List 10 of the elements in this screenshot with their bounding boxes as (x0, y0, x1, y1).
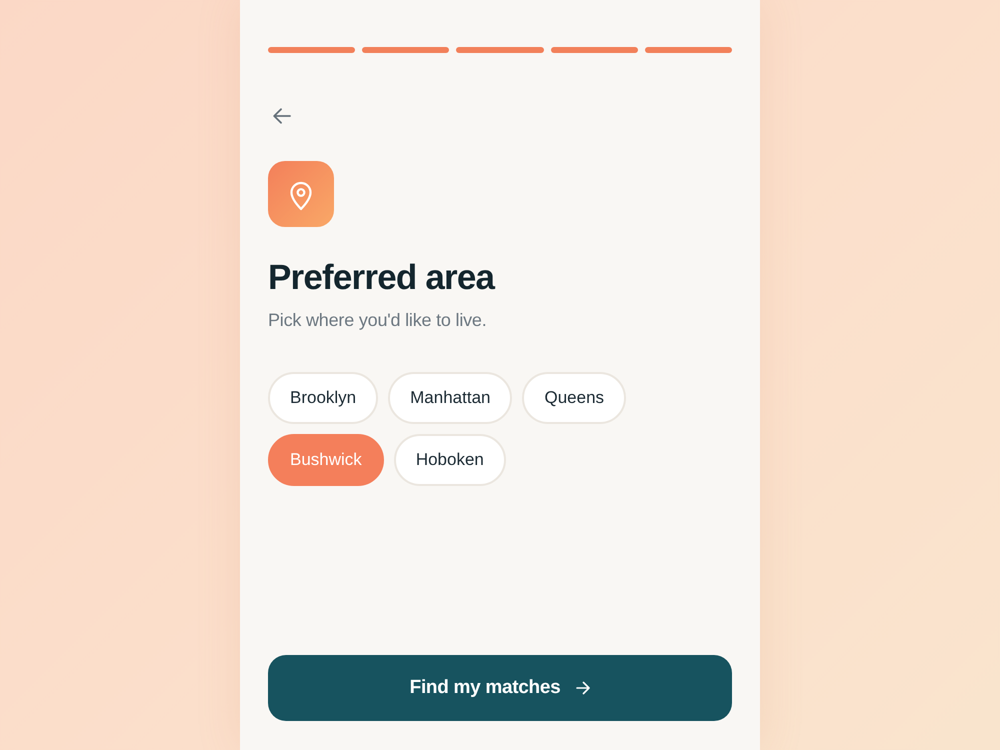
area-chip[interactable]: Manhattan (388, 372, 512, 424)
page-title: Preferred area (268, 257, 496, 299)
map-pin-icon (268, 161, 334, 227)
back-arrow-icon[interactable] (273, 108, 291, 124)
find-matches-button[interactable]: Find my matches (268, 655, 732, 721)
area-chip[interactable]: Queens (522, 372, 626, 424)
page-subtitle: Pick where you'd like to live. (268, 309, 488, 332)
area-chip[interactable]: Brooklyn (268, 372, 378, 424)
arrow-right-icon (576, 681, 590, 695)
area-chip[interactable]: Hoboken (394, 434, 506, 486)
